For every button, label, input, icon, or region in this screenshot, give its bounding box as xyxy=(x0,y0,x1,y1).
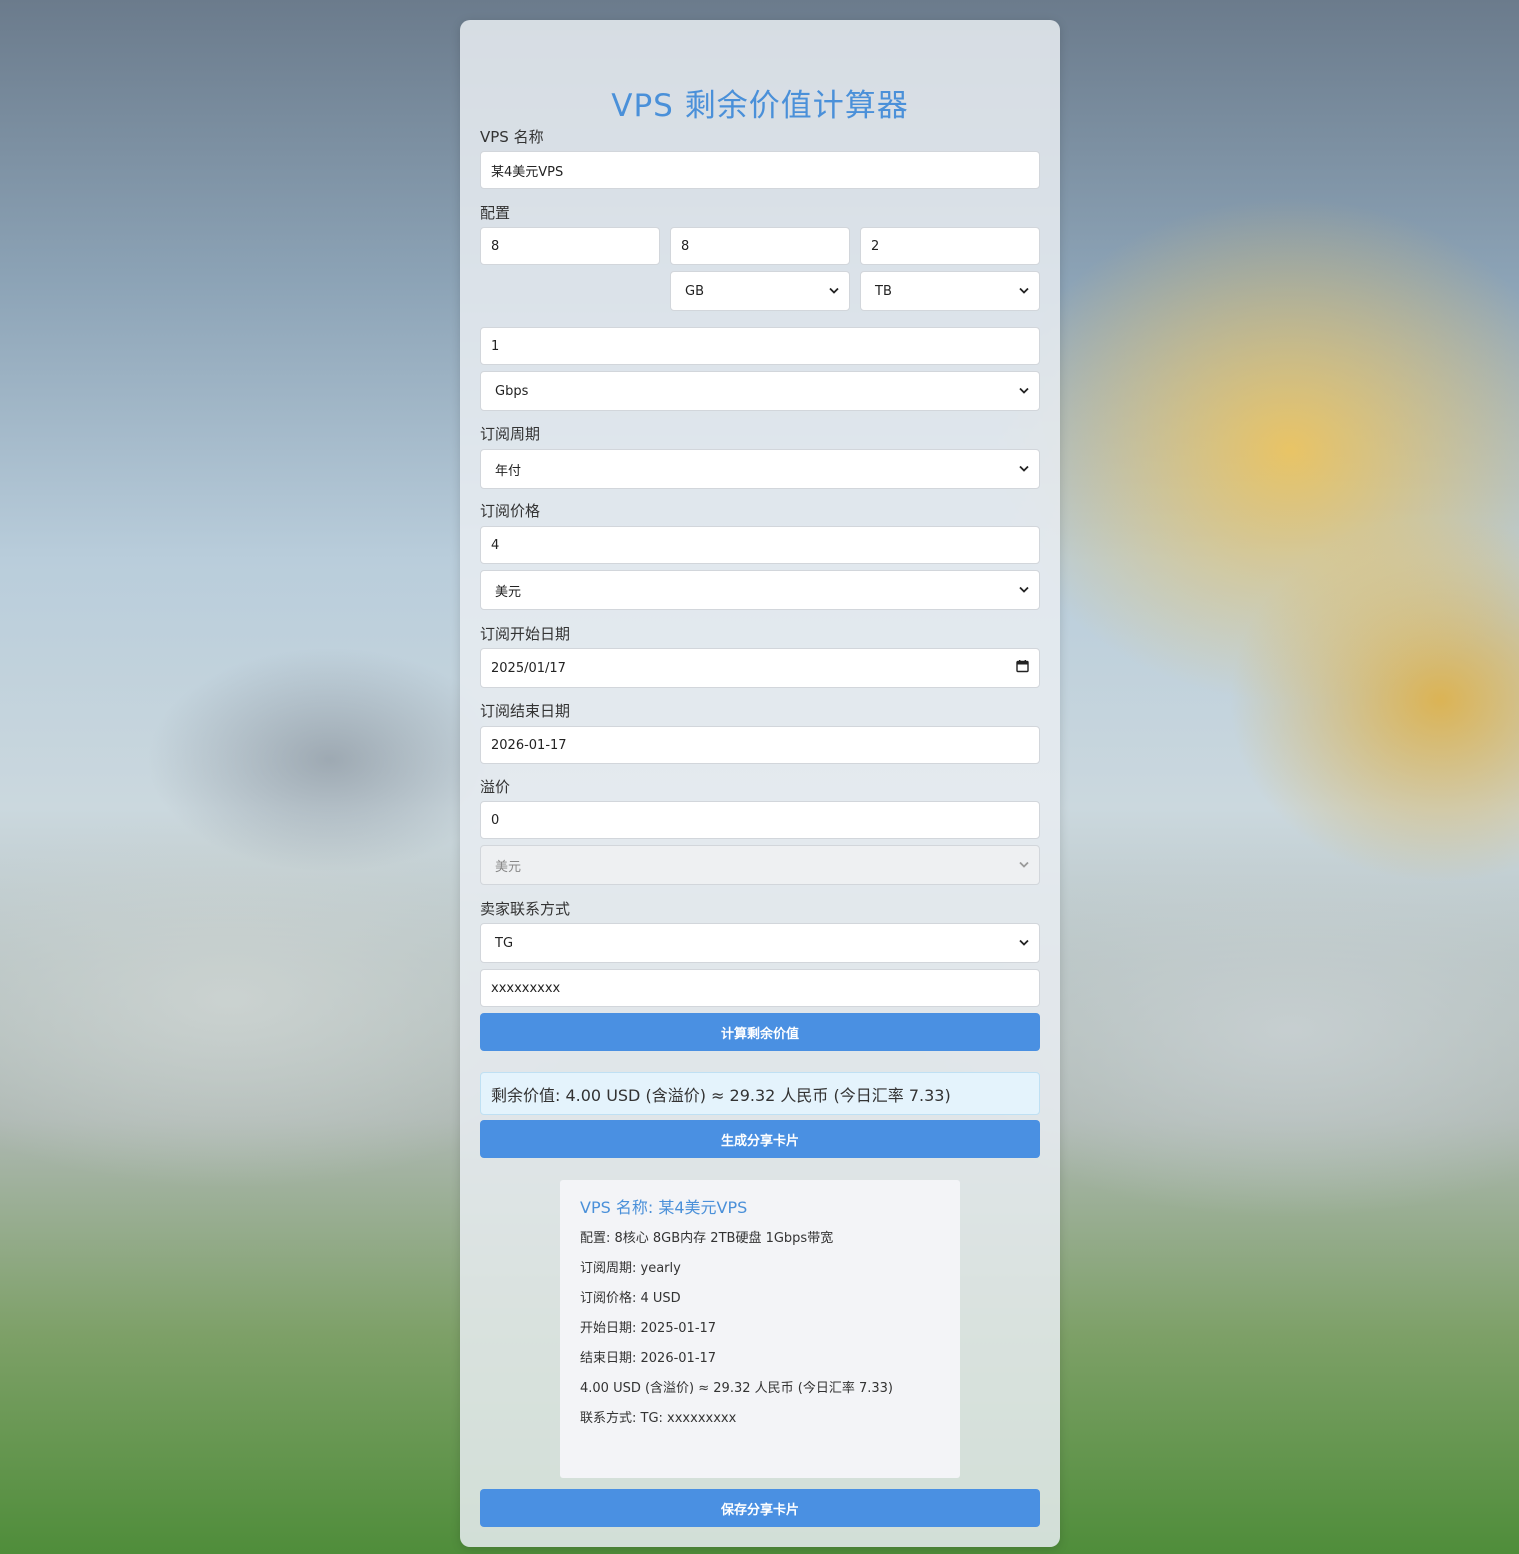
share-card-cycle: 订阅周期: yearly xyxy=(580,1261,681,1276)
vps-name-input[interactable]: 某4美元VPS xyxy=(480,151,1040,189)
generate-card-button[interactable]: 生成分享卡片 xyxy=(480,1120,1040,1158)
premium-currency-select: 美元 xyxy=(480,845,1040,885)
contact-type-value: TG xyxy=(495,935,514,951)
end-date-value: 2026-01-17 xyxy=(491,737,567,753)
premium-value: 0 xyxy=(491,812,500,828)
chevron-down-icon xyxy=(1019,287,1029,295)
contact-input[interactable]: xxxxxxxxx xyxy=(480,969,1040,1007)
save-card-button[interactable]: 保存分享卡片 xyxy=(480,1489,1040,1527)
vps-name-label: VPS 名称 xyxy=(480,128,544,146)
chevron-down-icon xyxy=(1019,387,1029,395)
price-currency-value: 美元 xyxy=(495,584,522,600)
cpu-value: 8 xyxy=(491,238,500,254)
share-card-title: VPS 名称: 某4美元VPS xyxy=(580,1198,748,1217)
result-box: 剩余价值: 4.00 USD (含溢价) ≈ 29.32 人民币 (今日汇率 7… xyxy=(480,1072,1040,1115)
share-card-end: 结束日期: 2026-01-17 xyxy=(580,1351,717,1366)
share-card-config: 配置: 8核心 8GB内存 2TB硬盘 1Gbps带宽 xyxy=(580,1231,834,1246)
price-value: 4 xyxy=(491,537,500,553)
cycle-value: 年付 xyxy=(495,463,522,479)
cycle-select[interactable]: 年付 xyxy=(480,449,1040,489)
bandwidth-value: 1 xyxy=(491,338,500,354)
price-label: 订阅价格 xyxy=(480,502,541,520)
page-title: VPS 剩余价值计算器 xyxy=(611,88,909,124)
share-card-contact: 联系方式: TG: xxxxxxxxx xyxy=(580,1411,737,1426)
calculate-button[interactable]: 计算剩余价值 xyxy=(480,1013,1040,1051)
share-card-price: 订阅价格: 4 USD xyxy=(580,1291,681,1306)
ram-unit-value: GB xyxy=(685,283,704,299)
start-date-value: 2025/01/17 xyxy=(491,660,566,676)
bandwidth-unit-select[interactable]: Gbps xyxy=(480,371,1040,411)
premium-currency-value: 美元 xyxy=(495,859,522,875)
config-label: 配置 xyxy=(480,204,511,222)
disk-unit-value: TB xyxy=(875,283,892,299)
share-card-value: 4.00 USD (含溢价) ≈ 29.32 人民币 (今日汇率 7.33) xyxy=(580,1381,893,1396)
contact-value: xxxxxxxxx xyxy=(491,980,561,996)
cycle-label: 订阅周期 xyxy=(480,425,541,443)
bandwidth-input[interactable]: 1 xyxy=(480,327,1040,365)
ram-input[interactable]: 8 xyxy=(670,227,850,265)
price-input[interactable]: 4 xyxy=(480,526,1040,564)
chevron-down-icon xyxy=(1019,939,1029,947)
chevron-down-icon xyxy=(1019,861,1029,869)
chevron-down-icon xyxy=(1019,586,1029,594)
chevron-down-icon xyxy=(829,287,839,295)
start-date-input[interactable]: 2025/01/17 xyxy=(480,648,1040,688)
calendar-icon[interactable] xyxy=(1016,660,1029,677)
contact-type-select[interactable]: TG xyxy=(480,923,1040,963)
premium-label: 溢价 xyxy=(480,778,511,796)
end-date-label: 订阅结束日期 xyxy=(480,702,571,720)
disk-value: 2 xyxy=(871,238,880,254)
bandwidth-unit-value: Gbps xyxy=(495,383,529,399)
end-date-input[interactable]: 2026-01-17 xyxy=(480,726,1040,764)
contact-label: 卖家联系方式 xyxy=(480,900,571,918)
share-card: VPS 名称: 某4美元VPS 配置: 8核心 8GB内存 2TB硬盘 1Gbp… xyxy=(560,1180,960,1478)
price-currency-select[interactable]: 美元 xyxy=(480,570,1040,610)
calculator-panel: VPS 剩余价值计算器 VPS 名称 某4美元VPS 配置 8 8 2 GB T… xyxy=(460,20,1060,1547)
cpu-input[interactable]: 8 xyxy=(480,227,660,265)
premium-input[interactable]: 0 xyxy=(480,801,1040,839)
share-card-start: 开始日期: 2025-01-17 xyxy=(580,1321,717,1336)
disk-unit-select[interactable]: TB xyxy=(860,271,1040,311)
result-text: 剩余价值: 4.00 USD (含溢价) ≈ 29.32 人民币 (今日汇率 7… xyxy=(491,1085,951,1105)
disk-input[interactable]: 2 xyxy=(860,227,1040,265)
vps-name-value: 某4美元VPS xyxy=(491,164,564,180)
chevron-down-icon xyxy=(1019,465,1029,473)
ram-unit-select[interactable]: GB xyxy=(670,271,850,311)
start-date-label: 订阅开始日期 xyxy=(480,625,571,643)
ram-value: 8 xyxy=(681,238,690,254)
